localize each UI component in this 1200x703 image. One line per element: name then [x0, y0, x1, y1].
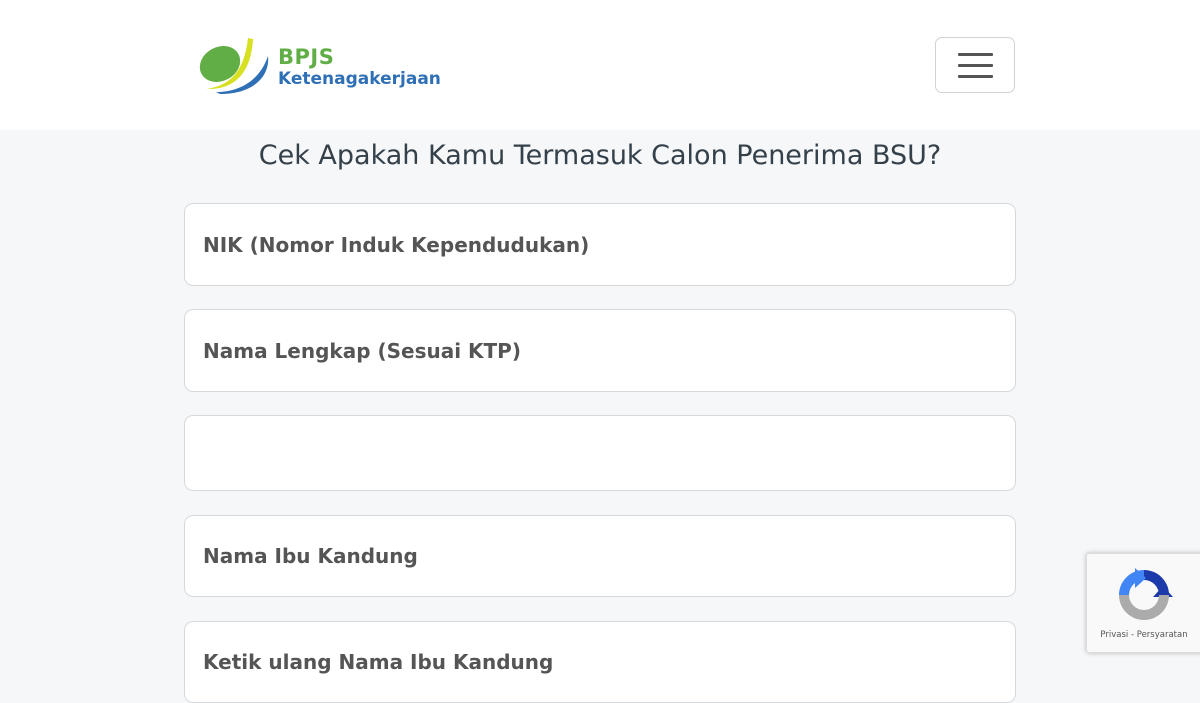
- site-header: BPJS Ketenagakerjaan: [0, 0, 1200, 130]
- full-name-input[interactable]: [184, 309, 1016, 392]
- hamburger-icon: [958, 75, 993, 78]
- page-title: Cek Apakah Kamu Termasuk Calon Penerima …: [258, 140, 942, 171]
- menu-toggle-button[interactable]: [935, 37, 1015, 93]
- recaptcha-links: Privasi - Persyaratan: [1087, 630, 1200, 640]
- mother-name-input[interactable]: [184, 515, 1016, 597]
- recaptcha-icon: [1119, 568, 1173, 620]
- logo-subtitle-text: Ketenagakerjaan: [278, 69, 441, 89]
- nik-input[interactable]: [184, 203, 1016, 286]
- bpjs-leaf-logo-icon: [199, 38, 269, 94]
- mother-name-confirm-input[interactable]: [184, 621, 1016, 703]
- hamburger-icon: [958, 64, 993, 67]
- hamburger-icon: [958, 53, 993, 56]
- blank-input[interactable]: [184, 415, 1016, 491]
- recaptcha-separator: -: [1130, 630, 1135, 640]
- recaptcha-badge[interactable]: Privasi - Persyaratan: [1086, 553, 1200, 653]
- recaptcha-terms-link[interactable]: Persyaratan: [1137, 630, 1188, 640]
- logo-brand-text: BPJS: [278, 45, 335, 69]
- recaptcha-privacy-link[interactable]: Privasi: [1100, 630, 1128, 640]
- bpjs-logo[interactable]: BPJS Ketenagakerjaan: [198, 34, 458, 96]
